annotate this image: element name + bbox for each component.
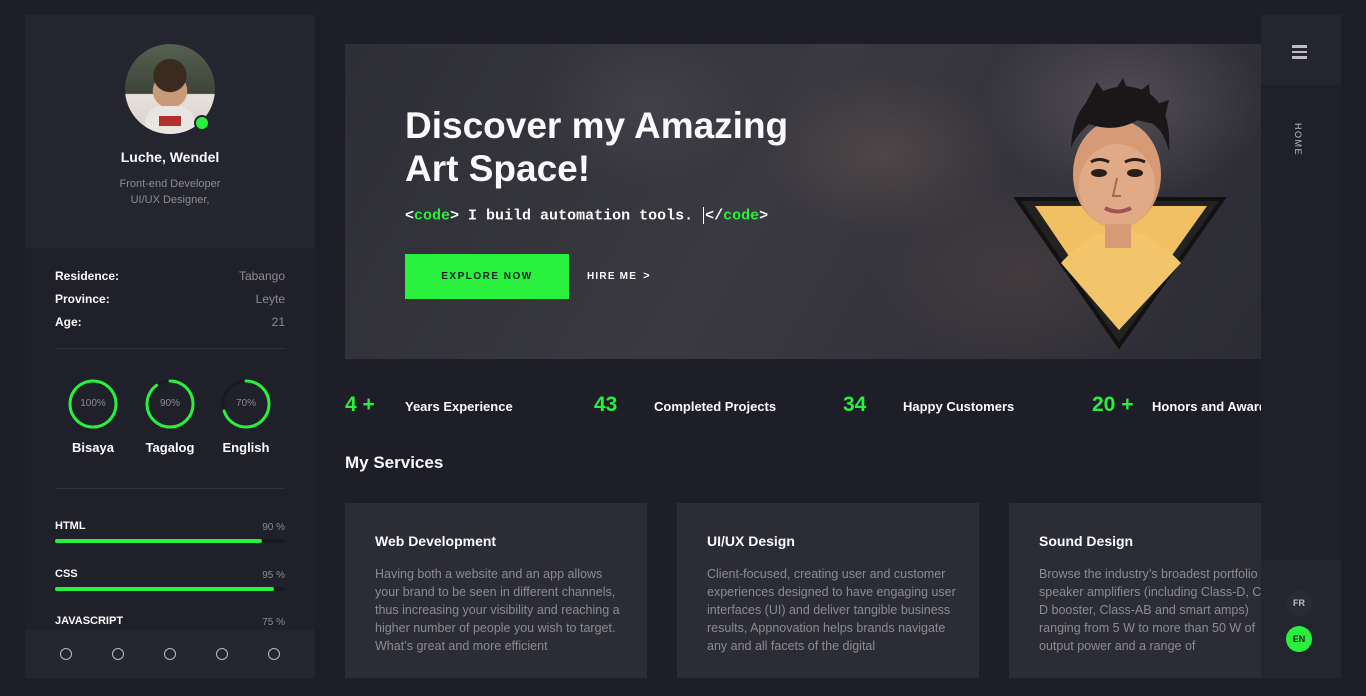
service-card-sound-design: Sound Design Browse the industry’s broad… (1009, 503, 1261, 678)
main-content: Discover my Amazing Art Space! <code> I … (315, 15, 1261, 678)
online-status-dot (194, 115, 210, 131)
chevron-right-icon: > (643, 270, 651, 282)
language-tagalog: 90% Tagalog (142, 379, 198, 455)
language-name: English (222, 440, 270, 455)
code-text: I build automation tools. (459, 207, 703, 225)
stat-label: Honors and Awards (1152, 399, 1261, 414)
stats-row: 4 + Years Experience 43 Completed Projec… (345, 393, 1261, 419)
service-title: Web Development (375, 533, 497, 549)
profile-name: Luche, Wendel (120, 149, 220, 165)
profile-card: Luche, Wendel Front-end Developer UI/UX … (25, 15, 315, 248)
language-percent: 70% (235, 398, 256, 409)
language-name: Bisaya (72, 440, 114, 455)
info-value: Tabango (238, 269, 285, 283)
service-card-web-development: Web Development Having both a website an… (345, 503, 647, 678)
skill-percent: 90 % (262, 522, 285, 533)
profile-role: Front-end Developer (119, 178, 221, 190)
skill-label: CSS (55, 568, 78, 580)
hero-banner: Discover my Amazing Art Space! <code> I … (345, 44, 1261, 359)
stat-label: Happy Customers (903, 399, 1015, 414)
stat-number: 34 (843, 393, 867, 416)
info-key: Province: (55, 292, 110, 306)
code-tag: code (723, 207, 760, 225)
stat-years-experience: 4 + Years Experience (345, 393, 513, 419)
hero-title-line1: Discover my Amazing (405, 105, 789, 146)
menu-button-area (1261, 15, 1341, 85)
skill-fill (55, 587, 274, 591)
social-links-bar (25, 630, 315, 678)
skill-track (55, 587, 285, 591)
stat-label: Completed Projects (654, 399, 777, 414)
avatar (125, 44, 215, 134)
info-key: Residence: (55, 269, 120, 283)
service-description: Client-focused, creating user and custom… (707, 567, 956, 653)
code-bracket: > (450, 207, 460, 225)
services-section-title: My Services (345, 453, 444, 472)
service-description: Having both a website and an app allows … (375, 567, 620, 653)
language-english: 70% English (218, 379, 274, 455)
language-switcher: FR EN (1261, 560, 1341, 678)
profile-role-secondary: UI/UX Designer, (130, 194, 210, 206)
info-value: Leyte (255, 292, 285, 306)
stat-number: 20 + (1092, 393, 1134, 416)
info-row-province: Province: Leyte (55, 292, 285, 308)
hero-title-line2: Art Space! (405, 148, 591, 189)
language-percent: 100% (80, 398, 106, 409)
social-icon-4[interactable] (216, 648, 228, 660)
skill-fill (55, 539, 262, 543)
stat-number: 43 (594, 393, 618, 416)
app-frame: Luche, Wendel Front-end Developer UI/UX … (25, 15, 1341, 678)
hero-title: Discover my Amazing Art Space! (405, 104, 855, 190)
info-row-residence: Residence: Tabango (55, 269, 285, 285)
language-name: Tagalog (145, 440, 195, 455)
service-description: Browse the industry’s broadest portfolio… (1039, 567, 1261, 653)
hamburger-icon[interactable] (1292, 45, 1307, 62)
skill-track (55, 539, 285, 543)
social-icon-1[interactable] (60, 648, 72, 660)
stat-completed-projects: 43 Completed Projects (594, 393, 776, 419)
skill-percent: 95 % (262, 570, 285, 581)
social-icon-5[interactable] (268, 648, 280, 660)
social-icon-3[interactable] (164, 648, 176, 660)
right-nav-rail: HOME FR EN (1261, 15, 1341, 678)
hero-code-line: <code> I build automation tools. </code> (405, 207, 768, 224)
skill-percent: 75 % (262, 617, 285, 628)
language-bisaya: 100% Bisaya (65, 379, 121, 455)
language-fr-button[interactable]: FR (1286, 590, 1312, 616)
skill-html: HTML 90 % (55, 520, 285, 543)
language-en-button[interactable]: EN (1286, 626, 1312, 652)
service-title: Sound Design (1039, 533, 1134, 549)
skill-label: HTML (55, 520, 86, 532)
stat-honors-awards: 20 + Honors and Awards (1092, 393, 1261, 419)
code-bracket: < (405, 207, 415, 225)
code-tag: code (414, 207, 451, 225)
sidebar: Luche, Wendel Front-end Developer UI/UX … (25, 15, 315, 678)
info-key: Age: (55, 315, 82, 329)
skill-css: CSS 95 % (55, 568, 285, 591)
divider (55, 488, 285, 489)
service-title: UI/UX Design (707, 533, 795, 549)
code-bracket: </ (705, 207, 724, 225)
stat-number: 4 + (345, 393, 375, 416)
code-bracket: > (759, 207, 769, 225)
service-card-uiux-design: UI/UX Design Client-focused, creating us… (677, 503, 979, 678)
divider (55, 348, 285, 349)
hire-me-label: HIRE ME (587, 271, 638, 282)
skill-label: JAVASCRIPT (55, 615, 124, 627)
explore-now-button[interactable]: EXPLORE NOW (405, 254, 569, 299)
hero-portrait-art (1013, 78, 1227, 350)
hire-me-link[interactable]: HIRE ME > (587, 270, 651, 282)
stat-happy-customers: 34 Happy Customers (843, 393, 1014, 419)
social-icon-2[interactable] (112, 648, 124, 660)
info-row-age: Age: 21 (55, 315, 285, 331)
language-percent: 90% (159, 398, 180, 409)
stat-label: Years Experience (405, 399, 513, 414)
info-value: 21 (271, 315, 285, 329)
typing-caret (703, 207, 705, 224)
nav-home-link[interactable]: HOME (1291, 123, 1303, 163)
